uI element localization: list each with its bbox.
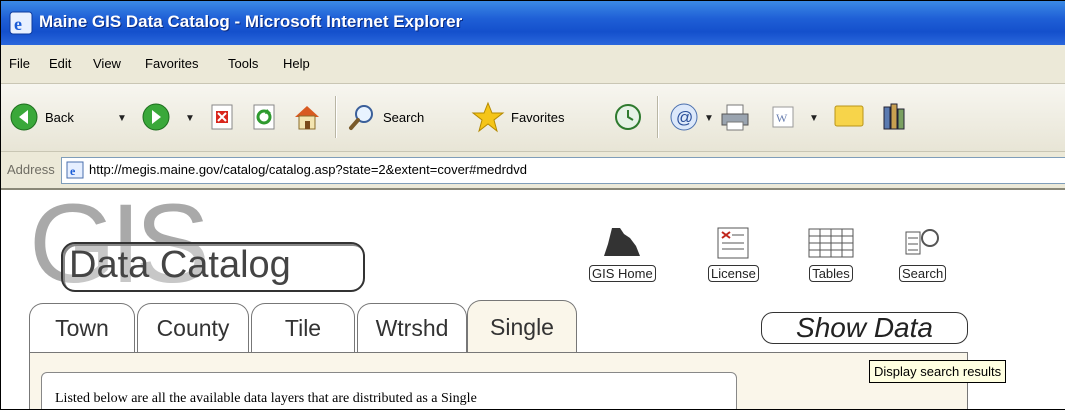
stop-icon (211, 104, 233, 130)
show-data-label: Show Data (796, 312, 933, 343)
ie-logo-icon: e (9, 11, 33, 35)
tables-grid-icon (808, 228, 854, 258)
page-content: GIS Data Catalog GIS Home License Tables… (1, 188, 1065, 409)
tooltip-text: Display search results (874, 364, 1002, 379)
forward-dropdown-icon[interactable]: ▼ (185, 113, 195, 124)
toolbar: Back ▼ ▼ Search Favorites @ ▼ W ▼ (1, 84, 1065, 152)
forward-arrow-icon (142, 103, 170, 131)
tab-wtrshd[interactable]: Wtrshd (357, 303, 467, 352)
stop-button[interactable] (209, 103, 237, 131)
mail-icon: @ (670, 103, 698, 131)
search-page-button[interactable]: Search (899, 226, 947, 283)
license-button[interactable]: License (708, 226, 759, 283)
show-data-button[interactable]: Show Data (761, 312, 968, 344)
favorites-label: Favorites (511, 109, 565, 125)
tab-town-label: Town (55, 314, 109, 341)
svg-text:e: e (14, 14, 22, 34)
gis-home-button[interactable]: GIS Home (589, 226, 656, 283)
history-icon (615, 104, 641, 130)
search-icon (349, 105, 373, 130)
maine-map-icon (604, 228, 641, 256)
svg-text:W: W (776, 111, 788, 125)
tab-county-label: County (156, 314, 230, 341)
menu-file[interactable]: File (9, 56, 30, 71)
edit-word-button[interactable]: W (771, 105, 795, 129)
toolbar-separator (335, 96, 337, 138)
menu-bar: File Edit View Favorites Tools Help (1, 45, 1065, 84)
search-label: Search (383, 109, 425, 125)
refresh-icon (253, 104, 275, 130)
gis-home-label: GIS Home (589, 265, 656, 282)
discuss-button[interactable] (833, 103, 865, 131)
description-text: Listed below are all the available data … (55, 391, 477, 406)
back-label: Back (45, 109, 74, 125)
back-arrow-icon (10, 103, 38, 131)
research-books-icon (883, 103, 905, 130)
svg-text:@: @ (676, 108, 693, 127)
back-button[interactable]: Back (9, 102, 74, 132)
tab-single[interactable]: Single (467, 300, 577, 353)
tables-label: Tables (809, 265, 853, 282)
menu-view[interactable]: View (93, 56, 121, 71)
print-button[interactable] (719, 102, 751, 132)
svg-text:e: e (70, 164, 76, 178)
history-button[interactable] (613, 102, 643, 132)
tab-wtrshd-label: Wtrshd (375, 314, 449, 341)
discuss-icon (834, 105, 864, 127)
address-field[interactable]: e http://megis.maine.gov/catalog/catalog… (61, 157, 1065, 184)
edit-dropdown-icon[interactable]: ▼ (809, 113, 819, 124)
print-icon (721, 104, 749, 131)
page-ie-icon: e (66, 161, 84, 179)
browser-window: e Maine GIS Data Catalog - Microsoft Int… (0, 0, 1065, 410)
word-icon: W (772, 106, 794, 128)
tab-town[interactable]: Town (29, 303, 135, 352)
search-page-label: Search (899, 265, 947, 282)
license-label: License (708, 265, 759, 282)
menu-edit[interactable]: Edit (49, 56, 71, 71)
search-binoculars-icon (905, 229, 939, 255)
tab-tile[interactable]: Tile (251, 303, 355, 352)
logo-subtitle: Data Catalog (69, 244, 291, 286)
gis-data-catalog-logo: GIS Data Catalog (29, 188, 365, 304)
mail-dropdown-icon[interactable]: ▼ (704, 113, 714, 124)
menu-help[interactable]: Help (283, 56, 310, 71)
research-button[interactable] (881, 101, 911, 133)
mail-button[interactable]: @ (669, 102, 701, 132)
tab-single-label: Single (490, 313, 554, 340)
address-url: http://megis.maine.gov/catalog/catalog.a… (89, 162, 527, 177)
favorites-button[interactable]: Favorites (471, 100, 564, 134)
menu-favorites[interactable]: Favorites (145, 56, 198, 71)
refresh-button[interactable] (251, 103, 279, 131)
home-button[interactable] (291, 101, 323, 133)
favorites-star-icon (471, 101, 505, 133)
tab-county[interactable]: County (137, 303, 249, 352)
tooltip: Display search results (869, 360, 1007, 383)
title-bar[interactable]: e Maine GIS Data Catalog - Microsoft Int… (1, 1, 1065, 45)
tables-button[interactable]: Tables (807, 226, 855, 283)
home-icon (295, 106, 319, 130)
license-document-icon (717, 227, 749, 259)
tab-tile-label: Tile (284, 314, 322, 341)
address-label: Address (7, 162, 55, 177)
menu-tools[interactable]: Tools (228, 56, 258, 71)
window-title: Maine GIS Data Catalog - Microsoft Inter… (39, 12, 463, 31)
search-button[interactable]: Search (347, 102, 424, 132)
toolbar-separator (657, 96, 659, 138)
back-dropdown-icon[interactable]: ▼ (117, 113, 127, 124)
forward-button[interactable] (141, 102, 171, 132)
